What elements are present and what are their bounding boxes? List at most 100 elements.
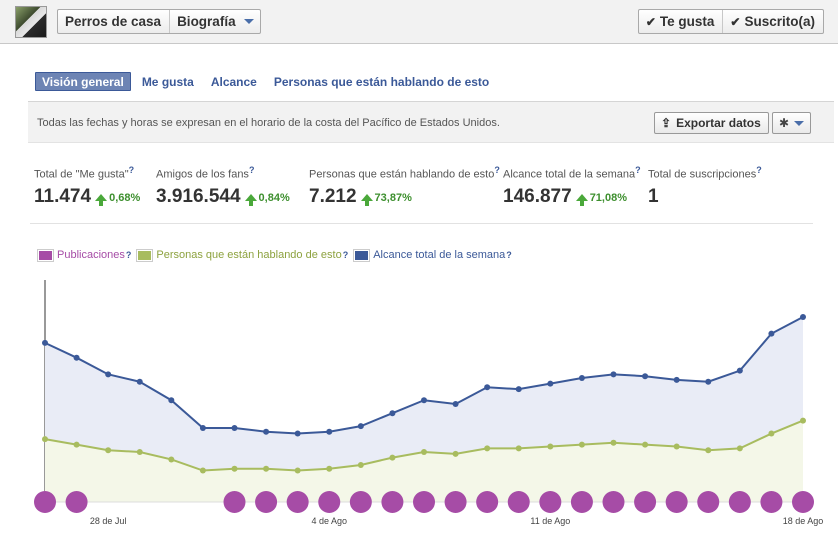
publication-marker[interactable] [444,491,467,513]
publication-marker[interactable] [349,491,372,513]
talking-point [421,449,427,456]
reach-point [800,314,806,320]
info-bar: Todas las fechas y horas se expresan en … [28,101,834,143]
talking-point [547,443,554,450]
help-icon[interactable]: ? [635,165,641,175]
publication-marker[interactable] [476,491,499,513]
help-icon[interactable]: ? [126,250,132,260]
stat-weekly-reach: Alcance total de la semana? 146.877 71,08… [503,165,641,208]
checkmark-icon: ✔ [730,14,741,29]
publication-marker[interactable] [792,491,814,513]
settings-dropdown[interactable]: ✱ [772,112,811,134]
help-icon[interactable]: ? [129,165,135,175]
publication-marker[interactable] [570,491,593,513]
publication-marker[interactable] [255,491,278,513]
publication-marker[interactable] [223,491,246,513]
reach-point [768,330,775,337]
help-icon[interactable]: ? [494,165,500,175]
legend-item-publicaciones[interactable]: Publicaciones? [37,248,132,262]
talking-point [294,467,301,474]
talking-point [800,417,806,424]
reach-point [389,410,396,417]
x-tick-label: 11 de Ago [530,516,570,526]
checkmark-icon: ✔ [645,14,656,29]
publication-marker[interactable] [507,491,530,513]
legend-item-alcance[interactable]: Alcance total de la semana? [353,248,512,262]
stat-value: 3.916.544 [156,185,241,207]
reach-point [168,397,175,404]
publication-marker[interactable] [665,491,688,513]
up-arrow-icon [95,193,108,206]
stat-change: 0,84% [244,192,290,206]
stat-change: 71,08% [575,192,627,206]
publication-marker[interactable] [697,491,720,513]
reach-point [294,430,301,437]
publication-marker[interactable] [728,491,751,513]
legend-item-hablando[interactable]: Personas que están hablando de esto? [136,248,349,262]
reach-point [199,425,206,431]
stat-talking-about: Personas que están hablando de esto? 7.2… [309,165,500,208]
stat-friends-of-fans: Amigos de los fans? 3.916.544 0,84% [156,165,290,208]
talking-point [673,443,680,450]
help-icon[interactable]: ? [506,250,512,260]
export-data-button[interactable]: ⇪ Exportar datos [654,112,769,134]
up-arrow-icon [360,193,373,206]
section-selector[interactable]: Biografía [170,10,260,33]
subscribe-button[interactable]: ✔ Suscrito(a) [722,10,823,33]
stat-value: 7.212 [309,185,357,207]
page-name-link[interactable]: Perros de casa [58,10,171,33]
reach-point [736,367,743,374]
stat-value: 146.877 [503,185,572,207]
stat-change: 73,87% [360,192,412,206]
publication-marker[interactable] [539,491,562,513]
publication-marker[interactable] [634,491,657,513]
tab-me-gusta[interactable]: Me gusta [136,72,200,91]
stat-total-likes: Total de "Me gusta"? 11.474 0,68% [34,165,140,208]
publication-marker[interactable] [381,491,404,513]
publication-marker[interactable] [602,491,625,513]
publication-marker[interactable] [34,491,56,513]
talking-point [515,445,522,452]
section-divider [30,223,813,224]
legend-swatch [353,248,371,262]
stat-label: Total de "Me gusta" [34,168,129,181]
x-tick-label: 18 de Ago [783,516,824,526]
publication-marker[interactable] [760,491,783,513]
section-selector-label: Biografía [177,14,236,29]
export-icon: ⇪ [661,116,672,130]
stat-change-value: 73,87% [374,192,412,205]
reach-point [642,373,649,380]
help-icon[interactable]: ? [249,165,255,175]
like-button[interactable]: ✔ Te gusta [639,10,723,33]
page-switcher[interactable]: Perros de casa Biografía [57,9,261,34]
publication-marker[interactable] [65,491,88,513]
legend-label: Personas que están hablando de esto [156,249,342,261]
reach-point [105,371,112,378]
help-icon[interactable]: ? [756,165,762,175]
publication-marker[interactable] [318,491,341,513]
page-avatar[interactable] [15,6,47,38]
tab-alcance[interactable]: Alcance [205,72,263,91]
publication-marker[interactable] [286,491,309,513]
reach-point [578,375,585,382]
talking-point [326,465,333,472]
talking-point [136,449,143,456]
reach-point [73,354,80,361]
reach-point [326,428,333,435]
legend-label: Alcance total de la semana [373,249,506,261]
help-icon[interactable]: ? [343,250,349,260]
reach-point [610,371,617,378]
talking-point [642,441,649,448]
stat-change-value: 0,68% [109,192,141,205]
publication-marker[interactable] [413,491,435,513]
reach-point [515,386,522,393]
talking-point [389,454,396,461]
talking-point [168,456,175,463]
stat-change-value: 0,84% [258,192,290,205]
reach-point [705,378,712,385]
tab-vision-general[interactable]: Visión general [35,72,131,91]
stat-change-value: 71,08% [589,192,627,205]
talking-point [105,447,112,454]
tab-hablando[interactable]: Personas que están hablando de esto [268,72,495,91]
insights-chart[interactable]: 28 de Jul 4 de Ago 11 de Ago 18 de Ago [0,270,838,535]
